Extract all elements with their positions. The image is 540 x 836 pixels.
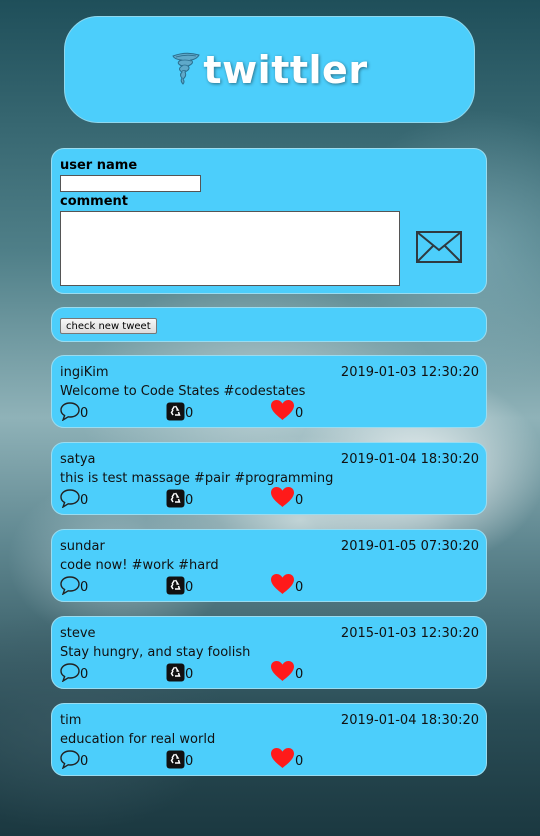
retweet-action[interactable]: 0 (166, 488, 193, 508)
check-new-tweet-button[interactable]: check new tweet (60, 318, 157, 334)
comment-count: 0 (80, 406, 89, 421)
comment-count: 0 (80, 580, 89, 595)
tweet-card: tim 2019-01-04 18:30:20 education for re… (51, 703, 487, 776)
speech-bubble-icon (60, 750, 80, 769)
retweet-count: 0 (185, 406, 194, 421)
like-count: 0 (295, 493, 304, 508)
speech-bubble-icon (60, 489, 80, 508)
tweet-message: education for real world (60, 732, 216, 747)
retweet-action[interactable]: 0 (166, 575, 193, 595)
recycle-icon (166, 750, 185, 769)
tweet-date: 2019-01-04 18:30:20 (340, 713, 479, 728)
comment-action[interactable]: 0 (60, 401, 88, 421)
tweet-date: 2019-01-04 18:30:20 (340, 452, 479, 467)
retweet-action[interactable]: 0 (166, 662, 193, 682)
envelope-icon[interactable] (415, 229, 463, 265)
app-title: twittler (203, 47, 368, 92)
tweet-date: 2019-01-03 12:30:20 (340, 365, 479, 380)
comment-count: 0 (80, 754, 89, 769)
tweet-card: satya 2019-01-04 18:30:20 this is test m… (51, 442, 487, 515)
tornado-icon (172, 52, 201, 85)
retweet-action[interactable]: 0 (166, 749, 193, 769)
tweet-date: 2015-01-03 12:30:20 (340, 626, 479, 641)
username-label: user name (60, 158, 138, 173)
retweet-count: 0 (185, 580, 194, 595)
tweet-date: 2019-01-05 07:30:20 (340, 539, 479, 554)
tweet-message: this is test massage #pair #programming (60, 471, 334, 486)
tweet-message: Stay hungry, and stay foolish (60, 645, 251, 660)
tweet-username[interactable]: tim (60, 713, 81, 728)
heart-icon (271, 661, 294, 681)
speech-bubble-icon (60, 663, 80, 682)
like-count: 0 (295, 667, 304, 682)
retweet-count: 0 (185, 754, 194, 769)
like-action[interactable]: 0 (270, 748, 304, 769)
comment-count: 0 (80, 493, 89, 508)
tweet-form: user name comment (51, 148, 487, 294)
tweet-username[interactable]: steve (60, 626, 96, 641)
comment-action[interactable]: 0 (60, 575, 88, 595)
app-header: twittler (64, 16, 475, 123)
speech-bubble-icon (60, 402, 80, 421)
heart-icon (271, 487, 294, 507)
recycle-icon (166, 576, 185, 595)
check-panel: check new tweet (51, 307, 487, 342)
retweet-count: 0 (185, 667, 194, 682)
like-count: 0 (295, 580, 304, 595)
tweet-username[interactable]: ingiKim (60, 365, 109, 380)
tweet-message: Welcome to Code States #codestates (60, 384, 306, 399)
retweet-action[interactable]: 0 (166, 401, 193, 421)
recycle-icon (166, 489, 185, 508)
comment-action[interactable]: 0 (60, 488, 88, 508)
like-action[interactable]: 0 (270, 487, 304, 508)
tweet-username[interactable]: sundar (60, 539, 105, 554)
username-input[interactable] (60, 175, 201, 192)
heart-icon (271, 574, 294, 594)
retweet-count: 0 (185, 493, 194, 508)
tweet-card: steve 2015-01-03 12:30:20 Stay hungry, a… (51, 616, 487, 689)
comment-action[interactable]: 0 (60, 662, 88, 682)
tweet-username[interactable]: satya (60, 452, 96, 467)
like-action[interactable]: 0 (270, 661, 304, 682)
tweet-card: sundar 2019-01-05 07:30:20 code now! #wo… (51, 529, 487, 602)
tweet-message: code now! #work #hard (60, 558, 219, 573)
comment-count: 0 (80, 667, 89, 682)
comment-label: comment (60, 194, 129, 209)
speech-bubble-icon (60, 576, 80, 595)
like-count: 0 (295, 406, 304, 421)
like-count: 0 (295, 754, 304, 769)
comment-action[interactable]: 0 (60, 749, 88, 769)
like-action[interactable]: 0 (270, 574, 304, 595)
like-action[interactable]: 0 (270, 400, 304, 421)
heart-icon (271, 400, 294, 420)
comment-input[interactable] (60, 211, 400, 286)
recycle-icon (166, 663, 185, 682)
recycle-icon (166, 402, 185, 421)
heart-icon (271, 748, 294, 768)
tweet-card: ingiKim 2019-01-03 12:30:20 Welcome to C… (51, 355, 487, 428)
